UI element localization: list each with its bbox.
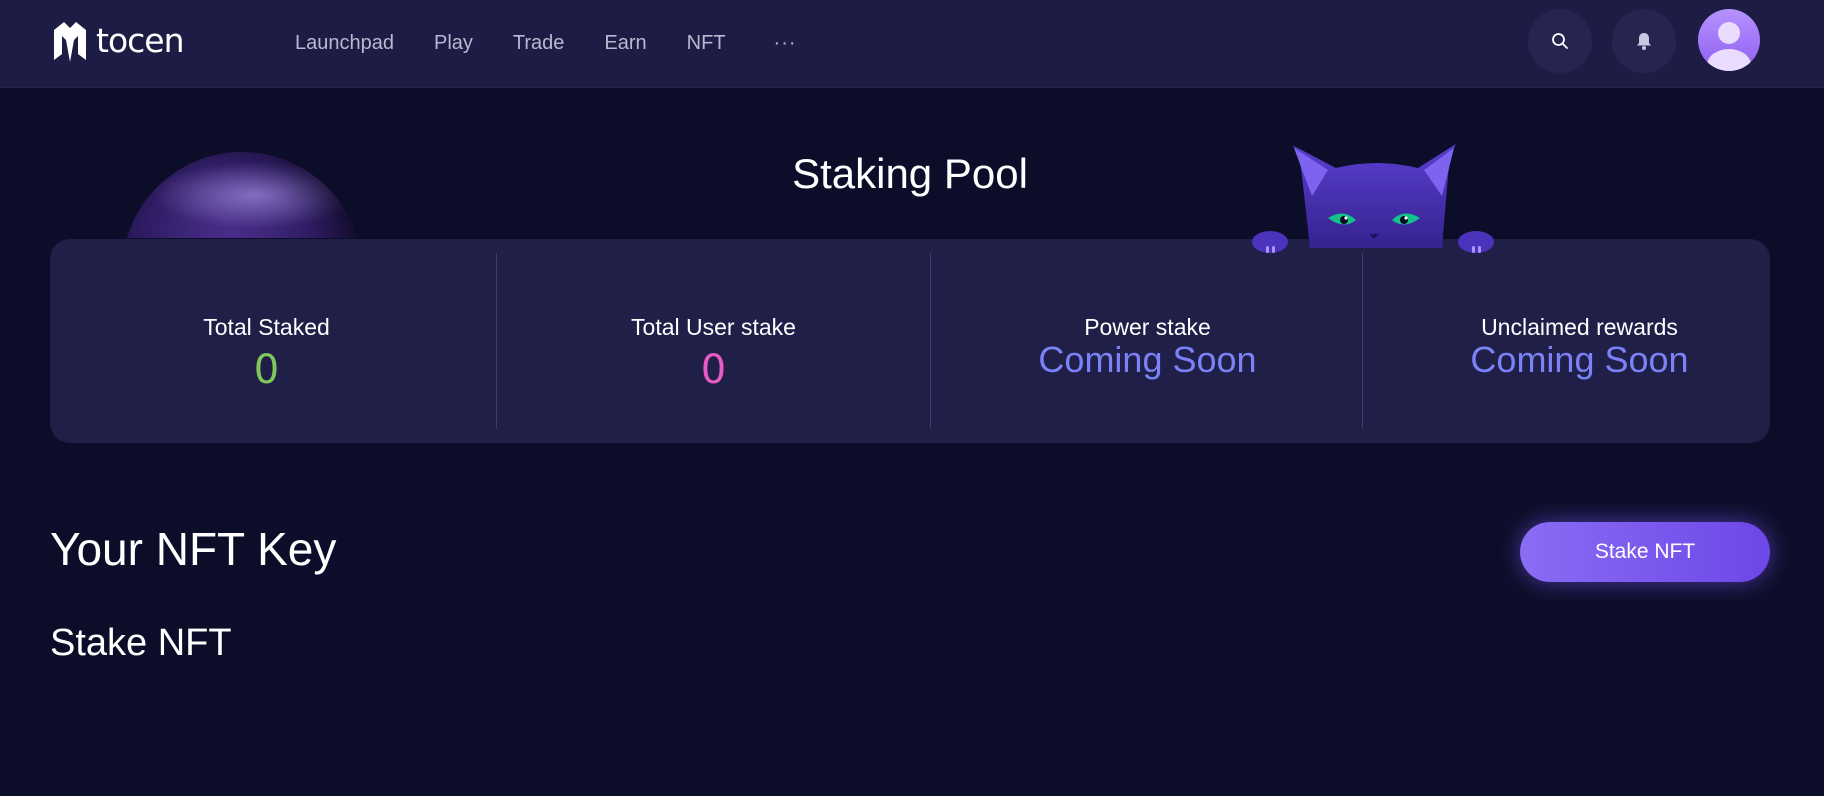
stat-total-user-stake: Total User stake 0	[497, 253, 930, 429]
stat-value: Coming Soon	[1470, 339, 1689, 380]
main-nav: Launchpad Play Trade Earn NFT ···	[295, 0, 797, 86]
search-button[interactable]	[1528, 9, 1592, 73]
stat-unclaimed-rewards: Unclaimed rewards Coming Soon	[1363, 253, 1796, 429]
nav-play[interactable]: Play	[434, 32, 473, 55]
top-nav-bar: tocen Launchpad Play Trade Earn NFT ···	[0, 0, 1824, 88]
nav-trade[interactable]: Trade	[513, 32, 565, 55]
brand-logo[interactable]: tocen	[50, 18, 184, 62]
bell-icon	[1637, 33, 1651, 50]
notifications-button[interactable]	[1612, 9, 1676, 73]
stat-label: Unclaimed rewards	[1481, 314, 1678, 340]
stat-value: Coming Soon	[1038, 339, 1257, 380]
nav-more-button[interactable]: ···	[774, 32, 797, 55]
nav-nft[interactable]: NFT	[687, 32, 726, 55]
nav-earn[interactable]: Earn	[604, 32, 646, 55]
staking-stats-card: Total Staked 0 Total User stake 0 Power …	[50, 239, 1770, 443]
stat-total-staked: Total Staked 0	[50, 253, 483, 429]
user-avatar[interactable]	[1698, 9, 1760, 71]
stat-value: 0	[253, 347, 280, 393]
stat-value: 0	[700, 347, 727, 393]
search-icon	[1552, 33, 1568, 49]
stake-nft-subtitle: Stake NFT	[50, 622, 232, 664]
nav-launchpad[interactable]: Launchpad	[295, 32, 394, 55]
user-avatar-icon	[1707, 22, 1751, 71]
stat-label: Total User stake	[631, 314, 796, 340]
brand-name: tocen	[96, 20, 184, 60]
tocen-logo-icon	[54, 22, 86, 62]
stat-label: Total Staked	[203, 314, 330, 340]
nft-section-title: Your NFT Key	[50, 523, 337, 575]
page-title: Staking Pool	[792, 150, 1028, 197]
cat-mascot-illustration	[1252, 144, 1494, 253]
stat-label: Power stake	[1084, 314, 1211, 340]
stat-power-stake: Power stake Coming Soon	[931, 253, 1364, 429]
stake-nft-button[interactable]: Stake NFT	[1520, 522, 1770, 582]
